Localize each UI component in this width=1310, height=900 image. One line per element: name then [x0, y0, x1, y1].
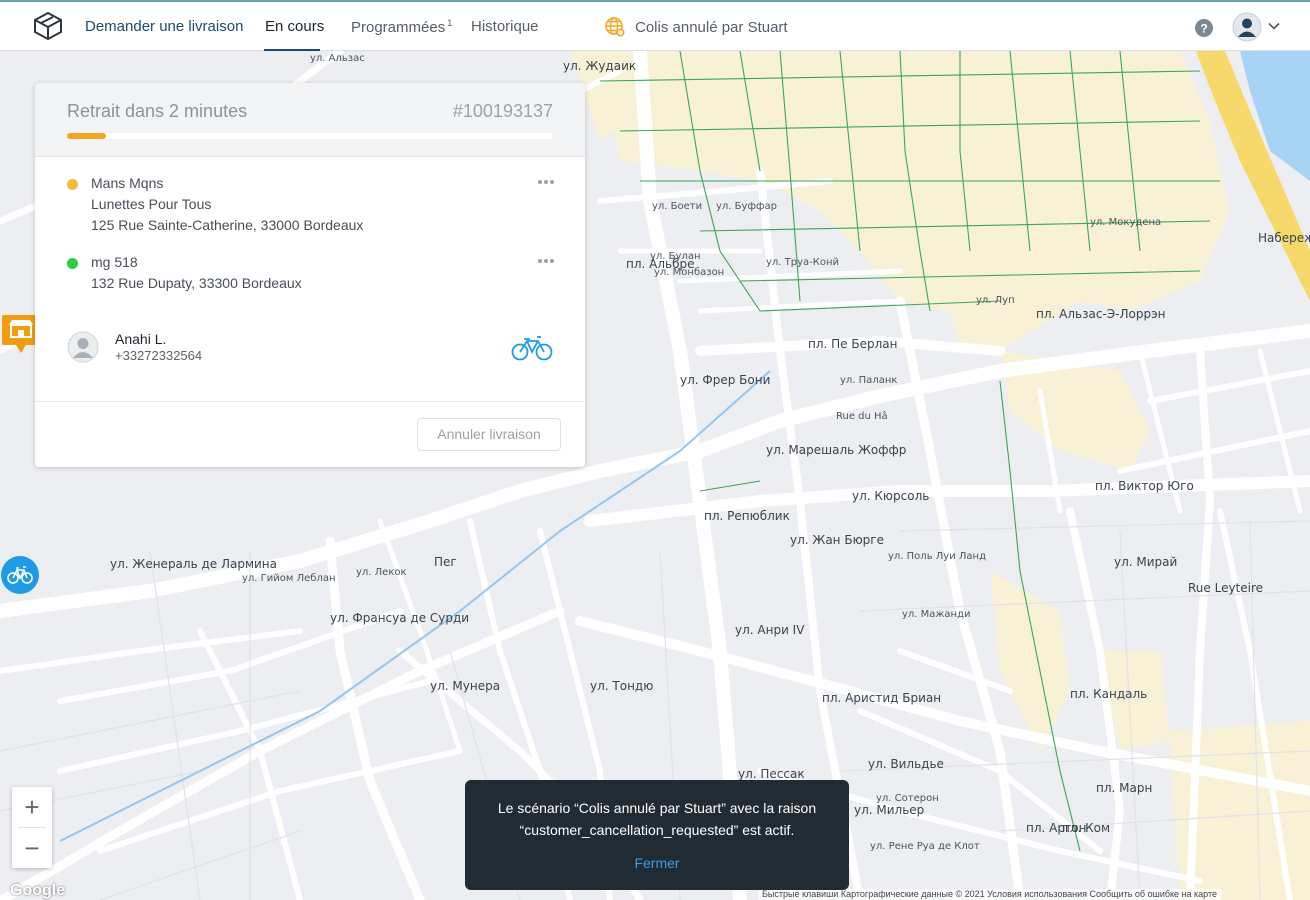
map-label: ул. Жудаик [563, 59, 637, 73]
user-avatar-icon[interactable] [1232, 12, 1262, 42]
nav-history[interactable]: Historique [471, 18, 539, 35]
map-label: ул. Франсуа де Сурди [330, 611, 470, 625]
map-label: ул. Вильдье [868, 757, 944, 771]
toast-close-button[interactable]: Fermer [465, 855, 849, 871]
toast-message: Le scénario “Colis annulé par Stuart” av… [497, 800, 817, 838]
nav-in-progress[interactable]: En cours [265, 18, 324, 35]
pickup-status-dot [67, 179, 78, 190]
scenario-toast: Le scénario “Colis annulé par Stuart” av… [465, 780, 849, 890]
dropoff-contact-name: mg 518 [91, 254, 138, 270]
map-label: ул. Кюрсоль [852, 489, 930, 503]
map-label: ул. Мокудена [1090, 217, 1162, 228]
zoom-out-button[interactable]: − [12, 828, 52, 868]
map-label: ул. Мирай [1114, 555, 1178, 569]
cancel-delivery-button[interactable]: Annuler livraison [417, 418, 561, 451]
map-label: пл. Виктор Юго [1095, 479, 1194, 493]
chevron-down-icon[interactable] [1268, 22, 1280, 30]
nav-scheduled[interactable]: Programmées 1 [351, 18, 452, 36]
map-label: ул. Пессак [738, 767, 805, 781]
map-label: ул. Паланк [840, 375, 898, 386]
google-logo: Google [10, 882, 66, 899]
dropoff-address: 132 Rue Dupaty, 33300 Bordeaux [91, 275, 302, 291]
map-label: ул. Мильер [854, 803, 925, 817]
map-label: Набережная [1258, 231, 1310, 245]
map-label: пл. Аристид Бриан [822, 691, 942, 705]
help-icon[interactable]: ? [1195, 19, 1213, 37]
pickup-progress-fill [67, 133, 106, 139]
card-divider [35, 401, 585, 402]
map-label: пл. Ком [1062, 821, 1111, 835]
pickup-contact-name: Mans Mqns [91, 175, 164, 191]
map-label: Rue du Hâ [836, 411, 888, 422]
pickup-stop: Mans Mqns Lunettes Pour Tous 125 Rue Sai… [67, 173, 363, 236]
map-label: ул. Поль Луи Ланд [888, 551, 986, 562]
map-label: Пег [434, 555, 457, 569]
map-label: ул. Женераль де Лармина [110, 557, 278, 571]
courier-info: Anahi L. +33272332564 [67, 331, 553, 365]
courier-phone[interactable]: +33272332564 [115, 348, 202, 363]
scenario-selector[interactable]: Colis annulé par Stuart [604, 16, 788, 38]
map-label: ул. Труа-Конй [766, 257, 840, 268]
pickup-address: 125 Rue Sainte-Catherine, 33000 Bordeaux [91, 217, 364, 233]
map-label: ул. Гийом Леблан [242, 573, 336, 584]
courier-name: Anahi L. [115, 331, 167, 347]
map-label: ул. Сотерон [876, 793, 939, 804]
pickup-more-options-icon[interactable] [537, 179, 555, 185]
map-label: ул. Боети [652, 201, 703, 212]
pickup-company: Lunettes Pour Tous [91, 196, 212, 212]
top-navigation-bar: Demander une livraison En cours Programm… [0, 0, 1310, 51]
map-label: пл. Кандаль [1070, 687, 1148, 701]
pickup-progress-bar [67, 133, 553, 139]
map-label: ул. Фрер Бони [680, 373, 771, 387]
scenario-label: Colis annulé par Stuart [635, 18, 788, 36]
courier-avatar-icon [67, 331, 99, 363]
map-label: Rue Leyteire [1188, 581, 1264, 595]
dropoff-more-options-icon[interactable] [537, 258, 555, 264]
map-label: ул. Мажанди [902, 609, 971, 620]
bicycle-icon [511, 336, 553, 361]
delivery-card-header: Retrait dans 2 minutes #100193137 [35, 83, 585, 157]
map-label: пл. Пе Берлан [808, 337, 898, 351]
map-label: ул. Анри IV [735, 623, 805, 637]
map-label: ул. Луп [976, 295, 1015, 306]
zoom-in-button[interactable]: + [12, 787, 52, 827]
nav-request-delivery[interactable]: Demander une livraison [85, 18, 243, 35]
map-label: пл. Репюблик [704, 509, 790, 523]
map-label: ул. Тондю [590, 679, 654, 693]
order-number: #100193137 [452, 101, 553, 121]
map-label: ул. Жан Бюрге [790, 533, 884, 547]
map-attribution[interactable]: Быстрые клавиши Картографические данные … [758, 889, 1221, 900]
map-label: ул. Лекок [356, 567, 407, 578]
pickup-eta-title: Retrait dans 2 minutes [67, 101, 248, 121]
active-tab-indicator [264, 49, 320, 51]
globe-gear-icon [605, 17, 625, 37]
map-label: ул. Альзас [310, 53, 365, 64]
map-label: ул. Марешаль Жоффр [766, 443, 907, 457]
map-label: ул. Мунера [430, 679, 501, 693]
courier-bike-pin-icon[interactable] [0, 555, 40, 595]
map-label: пл. Альзас-Э-Лоррэн [1036, 307, 1166, 321]
map-label: ул. Буффар [716, 201, 778, 212]
map-zoom-controls: + − [12, 787, 52, 868]
dropoff-stop: mg 518 132 Rue Dupaty, 33300 Bordeaux [67, 252, 302, 294]
map-label: пл. Альбре [626, 257, 695, 271]
logo-icon[interactable] [32, 10, 64, 42]
nav-scheduled-label: Programmées [351, 19, 446, 36]
svg-text:?: ? [1200, 22, 1207, 36]
scheduled-count-badge: 1 [447, 18, 453, 28]
map-label: ул. Рене Руа де Клот [870, 841, 980, 852]
dropoff-status-dot [67, 258, 78, 269]
delivery-card: Retrait dans 2 minutes #100193137 Mans M… [35, 83, 585, 467]
map-label: пл. Марн [1096, 781, 1153, 795]
